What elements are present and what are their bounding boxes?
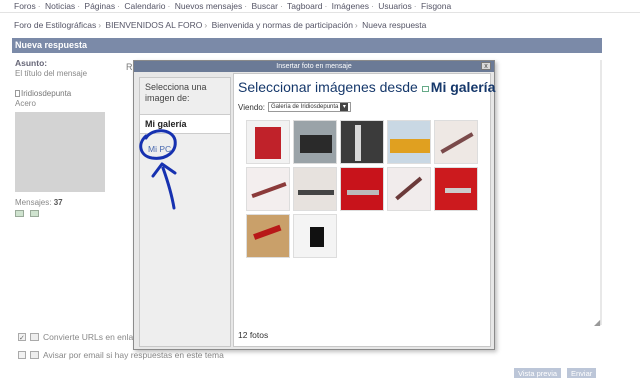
user-rank: Acero <box>15 99 36 108</box>
email-icon[interactable] <box>30 210 39 217</box>
gallery-icon <box>421 86 429 92</box>
username-text: Iridiosdepunta <box>21 89 72 98</box>
nav-divider <box>0 12 640 13</box>
close-icon[interactable]: x <box>481 62 491 70</box>
thumb-train[interactable] <box>387 120 431 164</box>
nav-calendario[interactable]: Calendario <box>124 1 165 11</box>
nav-foros[interactable]: Foros <box>14 1 36 11</box>
thumb-cat[interactable] <box>293 214 337 258</box>
gallery-heading-source: Mi galería <box>430 79 496 95</box>
message-count-label: Mensajes: <box>15 198 52 207</box>
email-notify-option[interactable]: Avisar por email si hay respuestas en es… <box>18 350 224 360</box>
crumb-forum[interactable]: Foro de Estilográficas <box>14 20 96 30</box>
editor-edge <box>600 60 602 325</box>
profile-icon[interactable] <box>15 210 24 217</box>
nav-noticias[interactable]: Noticias <box>45 1 75 11</box>
gallery-panel: Seleccionar imágenes desde Mi galería Vie… <box>233 73 495 347</box>
post-sidebar: Asunto: El título del mensaje Iridiosdep… <box>15 58 115 217</box>
thumb-pen-script-3[interactable] <box>387 167 431 211</box>
nav-nuevos-mensajes[interactable]: Nuevos mensajes <box>175 1 243 11</box>
convert-urls-checkbox[interactable] <box>18 333 26 341</box>
nav-usuarios[interactable]: Usuarios <box>378 1 412 11</box>
nav-paginas[interactable]: Páginas <box>84 1 115 11</box>
gallery-select-value: Galería de Iridiosdepunta <box>271 104 339 110</box>
nav-imagenes[interactable]: Imágenes <box>332 1 369 11</box>
crumb-current: Nueva respuesta <box>362 20 427 30</box>
tab-my-pc[interactable]: Mi PC <box>140 140 230 158</box>
thumb-red-notebook[interactable] <box>246 120 290 164</box>
thumb-pen-red-book[interactable] <box>246 214 290 258</box>
nav-buscar[interactable]: Buscar <box>251 1 277 11</box>
convert-urls-label: Convierte URLs en enlace <box>43 332 143 342</box>
message-count-value: 37 <box>53 198 63 207</box>
subject-label: Asunto: <box>15 58 48 68</box>
thumb-red-clip-1[interactable] <box>340 167 384 211</box>
section-title: Nueva respuesta <box>12 38 602 53</box>
nav-fisgona[interactable]: Fisgona <box>421 1 451 11</box>
thumb-camera[interactable] <box>293 120 337 164</box>
breadcrumb: Foro de Estilográficas › BIENVENIDOS AL F… <box>14 20 427 30</box>
envelope-icon <box>30 351 39 359</box>
photo-count: 12 fotos <box>238 330 269 340</box>
submit-button[interactable]: Enviar <box>567 368 597 378</box>
insert-photo-dialog: Insertar foto en mensaje x Selecciona un… <box>133 60 495 350</box>
thumb-pen-clips[interactable] <box>340 120 384 164</box>
message-count: Mensajes: 37 <box>15 198 115 207</box>
viewing-label: Viendo: <box>238 102 265 112</box>
email-notify-label: Avisar por email si hay respuestas en es… <box>43 350 224 360</box>
editor-label-partial: R <box>126 62 133 72</box>
gallery-heading-prefix: Seleccionar imágenes desde <box>238 79 418 95</box>
dialog-title: Insertar foto en mensaje <box>276 63 352 70</box>
thumbnail-grid <box>246 120 486 258</box>
link-icon <box>30 333 39 341</box>
tab-my-gallery[interactable]: Mi galería <box>140 114 230 134</box>
thumb-pen-on-paper[interactable] <box>293 167 337 211</box>
thumb-red-clip-2[interactable] <box>434 167 478 211</box>
top-nav: Foros · Noticias · Páginas · Calendario · Nu… <box>14 1 452 11</box>
user-icons <box>15 210 115 217</box>
user-status-icon <box>15 90 20 97</box>
source-sidebar: Selecciona una imagen de: Mi galería Mi … <box>139 77 231 347</box>
email-notify-checkbox[interactable] <box>18 351 26 359</box>
preview-button[interactable]: Vista previa <box>514 368 562 378</box>
nav-tagboard[interactable]: Tagboard <box>287 1 322 11</box>
crumb-rules[interactable]: Bienvenida y normas de participación <box>212 20 353 30</box>
resize-handle-icon[interactable]: ◢ <box>594 318 600 327</box>
username[interactable]: Iridiosdepunta <box>15 89 115 98</box>
thumb-pen-script-1[interactable] <box>434 120 478 164</box>
crumb-welcome[interactable]: BIENVENIDOS AL FORO <box>105 20 202 30</box>
chevron-down-icon: ▾ <box>340 103 349 111</box>
dialog-title-bar[interactable]: Insertar foto en mensaje x <box>134 61 494 72</box>
gallery-select[interactable]: Galería de Iridiosdepunta ▾ <box>268 102 352 112</box>
convert-urls-option[interactable]: Convierte URLs en enlace <box>18 332 142 342</box>
avatar <box>15 112 105 192</box>
gallery-heading: Seleccionar imágenes desde Mi galería <box>238 79 495 95</box>
subject-hint: El título del mensaje <box>15 69 88 78</box>
viewing-row: Viendo: Galería de Iridiosdepunta ▾ <box>238 102 352 112</box>
source-label: Selecciona una imagen de: <box>145 82 207 103</box>
thumb-pen-script-2[interactable] <box>246 167 290 211</box>
